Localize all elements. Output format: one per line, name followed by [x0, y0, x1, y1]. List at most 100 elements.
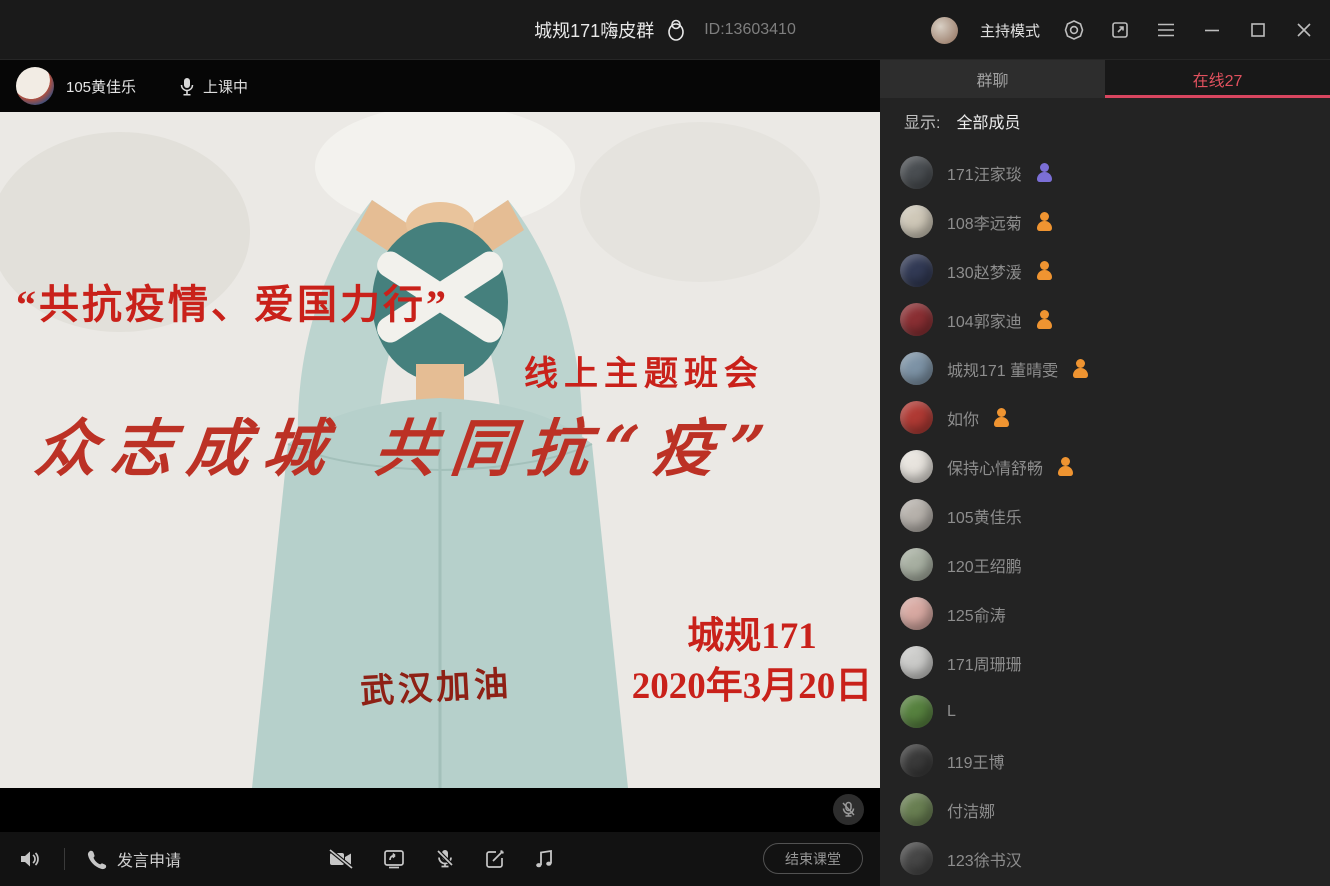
member-row[interactable]: 125俞涛 [900, 589, 1330, 638]
member-row[interactable]: 123徐书汉 [900, 834, 1330, 883]
room-id: ID:13603410 [704, 21, 796, 39]
member-name: 付洁娜 [947, 798, 995, 822]
speech-request-button[interactable]: 发言申请 [85, 847, 181, 871]
poster-slogan: “共抗疫情、爱国力行” [16, 272, 449, 330]
member-avatar [900, 450, 933, 483]
group-title: 城规171嗨皮群 [534, 17, 654, 43]
raised-hand-status-icon [1057, 457, 1073, 476]
end-class-button[interactable]: 结束课堂 [763, 843, 863, 874]
member-name: 119王博 [947, 749, 1005, 773]
poster-back-text: 武汉加油 [359, 656, 513, 713]
titlebar: 城规171嗨皮群 ID:13603410 主持模式 [0, 0, 1330, 60]
member-avatar [900, 156, 933, 189]
edit-icon[interactable] [484, 848, 506, 870]
raised-hand-status-icon [1036, 212, 1052, 231]
member-row[interactable]: 119王博 [900, 736, 1330, 785]
toolbar-divider [64, 848, 65, 870]
member-row[interactable]: L [900, 687, 1330, 736]
member-row[interactable]: 保持心情舒畅 [900, 442, 1330, 491]
member-avatar [900, 352, 933, 385]
settings-icon[interactable] [1062, 18, 1086, 42]
camera-off-icon[interactable] [328, 848, 354, 870]
penguin-icon [664, 18, 688, 42]
member-avatar [900, 401, 933, 434]
member-name: 104郭家迪 [947, 308, 1022, 332]
member-name: 125俞涛 [947, 602, 1006, 626]
member-avatar [900, 303, 933, 336]
member-list: 171汪家琰 108李远菊 130赵梦湲 104郭家迪 [880, 144, 1330, 883]
minimize-icon[interactable] [1200, 18, 1224, 42]
popout-icon[interactable] [1108, 18, 1132, 42]
poster-calligraphy: 众志成城 共同抗“疫” [31, 398, 783, 488]
member-name: 108李远菊 [947, 210, 1022, 234]
member-row[interactable]: 付洁娜 [900, 785, 1330, 834]
mic-icon [180, 77, 194, 96]
app-window: 城规171嗨皮群 ID:13603410 主持模式 [0, 0, 1330, 886]
member-name: 120王绍鹏 [947, 553, 1022, 577]
filter-label: 显示: [904, 109, 940, 133]
poster-signature: 城规171 2020年3月20日 [612, 612, 880, 712]
presenter-avatar[interactable] [16, 67, 54, 105]
raised-hand-status-icon [1036, 163, 1052, 182]
maximize-icon[interactable] [1246, 18, 1270, 42]
member-name: L [947, 703, 956, 721]
member-row[interactable]: 如你 [900, 393, 1330, 442]
mic-muted-badge[interactable] [833, 794, 864, 825]
toolbar-center-icons [328, 848, 554, 870]
mic-off-icon[interactable] [434, 848, 456, 870]
poster-date: 2020年3月20日 [612, 662, 880, 712]
presenter-name: 105黄佳乐 [66, 76, 136, 97]
member-avatar [900, 793, 933, 826]
member-name: 123徐书汉 [947, 847, 1022, 871]
member-avatar [900, 597, 933, 630]
main-area: 105黄佳乐 上课中 [0, 60, 880, 886]
member-row[interactable]: 120王绍鹏 [900, 540, 1330, 589]
member-name: 保持心情舒畅 [947, 455, 1043, 479]
member-avatar [900, 254, 933, 287]
close-icon[interactable] [1292, 18, 1316, 42]
filter-value-dropdown[interactable]: 全部成员 [956, 109, 1020, 133]
raised-hand-status-icon [1036, 310, 1052, 329]
member-name: 城规171 董晴雯 [947, 357, 1058, 381]
member-name: 171汪家琰 [947, 161, 1022, 185]
user-avatar[interactable] [931, 17, 958, 44]
raised-hand-status-icon [1036, 261, 1052, 280]
member-avatar [900, 548, 933, 581]
raised-hand-status-icon [993, 408, 1009, 427]
sidebar-tabs: 群聊 在线27 [880, 60, 1330, 98]
screen-share-icon[interactable] [382, 848, 406, 870]
member-avatar [900, 842, 933, 875]
titlebar-controls: 主持模式 [931, 0, 1316, 60]
member-row[interactable]: 171周珊珊 [900, 638, 1330, 687]
member-name: 如你 [947, 406, 979, 430]
video-bottom-strip [0, 788, 880, 832]
poster-subtitle: 线上主题班会 [524, 346, 764, 395]
member-name: 171周珊珊 [947, 651, 1022, 675]
member-row[interactable]: 104郭家迪 [900, 295, 1330, 344]
tab-group-chat[interactable]: 群聊 [880, 60, 1105, 98]
menu-icon[interactable] [1154, 18, 1178, 42]
member-row[interactable]: 105黄佳乐 [900, 491, 1330, 540]
member-name: 105黄佳乐 [947, 504, 1022, 528]
poster-class-name: 城规171 [612, 612, 880, 662]
speech-request-label: 发言申请 [117, 847, 181, 871]
presenter-bar: 105黄佳乐 上课中 [0, 60, 880, 112]
host-mode-label[interactable]: 主持模式 [980, 20, 1040, 41]
sidebar: 群聊 在线27 显示: 全部成员 171汪家琰 108李远菊 [880, 60, 1330, 886]
member-filter-row: 显示: 全部成员 [880, 98, 1330, 144]
shared-screen: “共抗疫情、爱国力行” 线上主题班会 众志成城 共同抗“疫” 武汉加油 城规17… [0, 112, 880, 788]
member-row[interactable]: 城规171 董晴雯 [900, 344, 1330, 393]
member-name: 130赵梦湲 [947, 259, 1022, 283]
member-row[interactable]: 171汪家琰 [900, 148, 1330, 197]
tab-online-members[interactable]: 在线27 [1105, 60, 1330, 98]
member-avatar [900, 744, 933, 777]
bottom-toolbar: 发言申请 [0, 832, 880, 886]
member-row[interactable]: 130赵梦湲 [900, 246, 1330, 295]
member-avatar [900, 499, 933, 532]
member-avatar [900, 646, 933, 679]
raised-hand-status-icon [1072, 359, 1088, 378]
music-icon[interactable] [534, 848, 554, 870]
class-status-label: 上课中 [203, 76, 248, 97]
member-row[interactable]: 108李远菊 [900, 197, 1330, 246]
volume-icon[interactable] [18, 848, 42, 870]
